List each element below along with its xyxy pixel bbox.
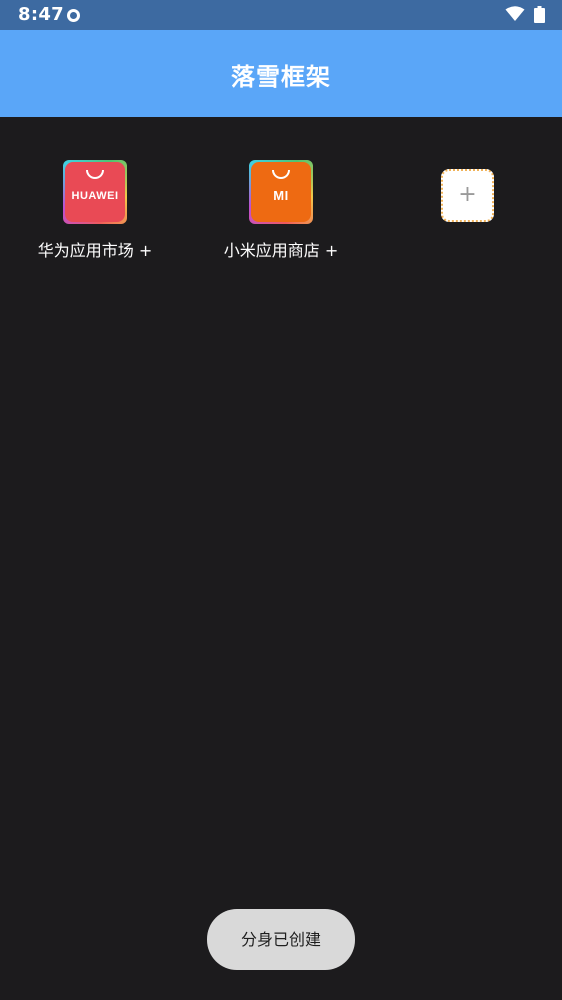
huawei-brand-text: HUAWEI [71, 190, 119, 202]
xiaomi-brand-text: MI [273, 188, 289, 203]
bag-handle-icon [272, 170, 290, 179]
battery-icon [534, 6, 545, 23]
app-item-huawei[interactable]: HUAWEI 华为应用市场 + [0, 160, 190, 261]
app-label-xiaomi[interactable]: 小米应用商店 + [186, 237, 376, 261]
status-bar: 8:47 [0, 0, 562, 30]
plus-icon: + [458, 182, 477, 207]
app-item-xiaomi[interactable]: MI 小米应用商店 + [186, 160, 376, 261]
xiaomi-icon-body: MI [251, 162, 311, 222]
huawei-appgallery-icon[interactable]: HUAWEI [63, 160, 127, 224]
app-bar: 落雪框架 [0, 30, 562, 117]
huawei-icon-body: HUAWEI [65, 162, 125, 222]
app-label-huawei[interactable]: 华为应用市场 + [0, 237, 190, 261]
bag-handle-icon [86, 170, 104, 179]
notification-dot-icon [67, 9, 80, 22]
wifi-icon [505, 6, 525, 21]
add-app-button[interactable]: + [441, 169, 494, 222]
xiaomi-store-icon[interactable]: MI [249, 160, 313, 224]
status-time: 8:47 [18, 4, 64, 25]
toast-message: 分身已创建 [207, 909, 355, 970]
app-title: 落雪框架 [231, 63, 331, 91]
